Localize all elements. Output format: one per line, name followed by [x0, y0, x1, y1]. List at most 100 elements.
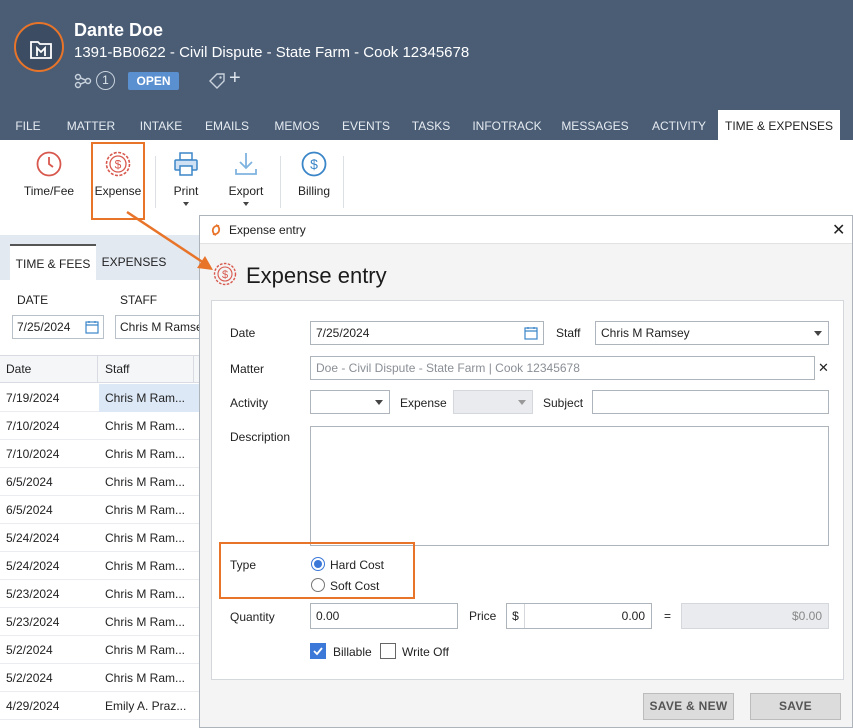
client-name: Dante Doe: [74, 20, 164, 40]
table-row[interactable]: 6/5/2024 Chris M Ram...: [0, 496, 200, 524]
checkmark-icon: [313, 647, 323, 656]
clear-matter-icon[interactable]: ✕: [818, 360, 829, 376]
row-date: 5/24/2024: [6, 559, 60, 573]
time-fee-button[interactable]: Time/Fee: [20, 150, 78, 198]
time-fee-label: Time/Fee: [23, 184, 75, 198]
tab-emails[interactable]: EMAILS: [198, 110, 256, 140]
table-row[interactable]: 5/23/2024 Chris M Ram...: [0, 608, 200, 636]
tag-icon[interactable]: [208, 73, 226, 89]
quantity-label: Quantity: [230, 610, 275, 624]
billable-checkbox[interactable]: [310, 643, 326, 659]
table-row[interactable]: 5/2/2024 Chris M Ram...: [0, 664, 200, 692]
table-row[interactable]: 6/5/2024 Chris M Ram...: [0, 468, 200, 496]
matter-folder-icon: [30, 41, 52, 59]
date-filter-value: 7/25/2024: [17, 320, 71, 334]
row-staff: Chris M Ram...: [105, 671, 186, 685]
expense-entry-dialog: Expense entry ✕ $ Expense entry Date 7/2…: [199, 215, 853, 728]
matter-avatar: [14, 22, 64, 72]
matter-label: Matter: [230, 362, 265, 376]
staff-filter-label: STAFF: [120, 293, 158, 307]
expense-form: Date 7/25/2024 Staff Chris M Ramsey Matt…: [211, 300, 844, 680]
add-tag-button[interactable]: +: [229, 67, 241, 90]
price-value: 0.00: [621, 609, 645, 623]
tab-tasks[interactable]: TASKS: [405, 110, 457, 140]
tab-events[interactable]: EVENTS: [337, 110, 395, 140]
staff-select[interactable]: Chris M Ramsey: [595, 321, 829, 345]
row-staff: Chris M Ram...: [99, 384, 199, 412]
chevron-down-icon: [375, 400, 383, 405]
dialog-titlebar[interactable]: Expense entry ✕: [200, 216, 852, 244]
tab-memos[interactable]: MEMOS: [265, 110, 329, 140]
billable-label[interactable]: Billable: [333, 645, 372, 659]
table-row[interactable]: 4/29/2024 Emily A. Praz...: [0, 692, 200, 720]
export-dropdown-caret[interactable]: [243, 202, 249, 206]
description-textarea[interactable]: [310, 426, 829, 546]
billing-button[interactable]: $ Billing: [292, 150, 336, 198]
subject-label: Subject: [543, 396, 584, 410]
row-staff: Chris M Ram...: [105, 615, 186, 629]
calendar-icon[interactable]: [524, 326, 538, 340]
write-off-label[interactable]: Write Off: [402, 645, 449, 659]
quantity-input[interactable]: 0.00: [310, 603, 458, 629]
dollar-circle-icon: $: [301, 151, 327, 177]
matter-header: Dante Doe 1391-BB0622 - Civil Dispute - …: [0, 0, 853, 140]
tab-messages[interactable]: MESSAGES: [557, 110, 633, 140]
table-row[interactable]: 5/24/2024 Chris M Ram...: [0, 552, 200, 580]
tab-time-expenses[interactable]: TIME & EXPENSES: [718, 110, 840, 140]
staff-filter-input[interactable]: Chris M Ramsey: [115, 315, 200, 339]
row-date: 6/5/2024: [6, 475, 53, 489]
download-icon: [235, 153, 257, 175]
table-row[interactable]: 7/19/2024 Chris M Ram...: [0, 384, 200, 412]
row-staff: Chris M Ram...: [105, 419, 186, 433]
table-row[interactable]: 5/24/2024 Chris M Ram...: [0, 524, 200, 552]
table-row[interactable]: 5/2/2024 Chris M Ram...: [0, 636, 200, 664]
date-filter-input[interactable]: 7/25/2024: [12, 315, 104, 339]
table-row[interactable]: 7/10/2024 Chris M Ram...: [0, 412, 200, 440]
expense-select[interactable]: [453, 390, 533, 414]
tab-intake[interactable]: INTAKE: [132, 110, 190, 140]
row-staff: Chris M Ram...: [105, 475, 186, 489]
activity-select[interactable]: [310, 390, 390, 414]
toolbar-divider: [343, 156, 344, 208]
matter-input[interactable]: Doe - Civil Dispute - State Farm | Cook …: [310, 356, 815, 380]
related-icon[interactable]: [74, 73, 92, 89]
date-input[interactable]: 7/25/2024: [310, 321, 544, 345]
time-expense-list-panel: TIME & FEES EXPENSES DATE STAFF 7/25/202…: [0, 235, 200, 728]
close-icon[interactable]: ✕: [832, 220, 845, 240]
tab-activity[interactable]: ACTIVITY: [645, 110, 713, 140]
price-input[interactable]: $ 0.00: [506, 603, 652, 629]
row-date: 5/24/2024: [6, 531, 60, 545]
print-dropdown-caret[interactable]: [183, 202, 189, 206]
subject-input[interactable]: [592, 390, 829, 414]
table-row[interactable]: 5/23/2024 Chris M Ram...: [0, 580, 200, 608]
export-button[interactable]: Export: [224, 150, 268, 206]
equals-sign: =: [664, 609, 672, 623]
calendar-icon[interactable]: [85, 320, 99, 334]
row-date: 5/2/2024: [6, 643, 53, 657]
dialog-heading: Expense entry: [246, 263, 387, 288]
save-and-new-button[interactable]: SAVE & NEW: [643, 693, 734, 720]
svg-text:$: $: [222, 269, 228, 281]
tab-file[interactable]: FILE: [8, 110, 48, 140]
table-row[interactable]: 7/10/2024 Chris M Ram...: [0, 440, 200, 468]
column-header-staff[interactable]: Staff: [99, 356, 194, 382]
related-count-badge[interactable]: 1: [96, 71, 115, 90]
subtab-time-fees[interactable]: TIME & FEES: [10, 244, 96, 280]
callout-arrow: [126, 210, 213, 270]
matter-title: 1391-BB0622 - Civil Dispute - State Farm…: [74, 44, 470, 61]
column-header-date[interactable]: Date: [0, 356, 98, 382]
dialog-title: Expense entry: [229, 223, 306, 237]
toolbar-divider: [155, 156, 156, 208]
row-staff: Chris M Ram...: [105, 643, 186, 657]
tab-infotrack[interactable]: INFOTRACK: [467, 110, 547, 140]
expense-button-highlight: [91, 142, 145, 220]
write-off-checkbox[interactable]: [380, 643, 396, 659]
print-button[interactable]: Print: [166, 150, 206, 206]
description-label: Description: [230, 430, 291, 444]
status-badge: OPEN: [128, 72, 179, 90]
export-label: Export: [228, 184, 264, 198]
activity-label: Activity: [230, 396, 269, 410]
currency-symbol: $: [507, 604, 525, 628]
tab-matter[interactable]: MATTER: [58, 110, 124, 140]
save-button[interactable]: SAVE: [750, 693, 841, 720]
